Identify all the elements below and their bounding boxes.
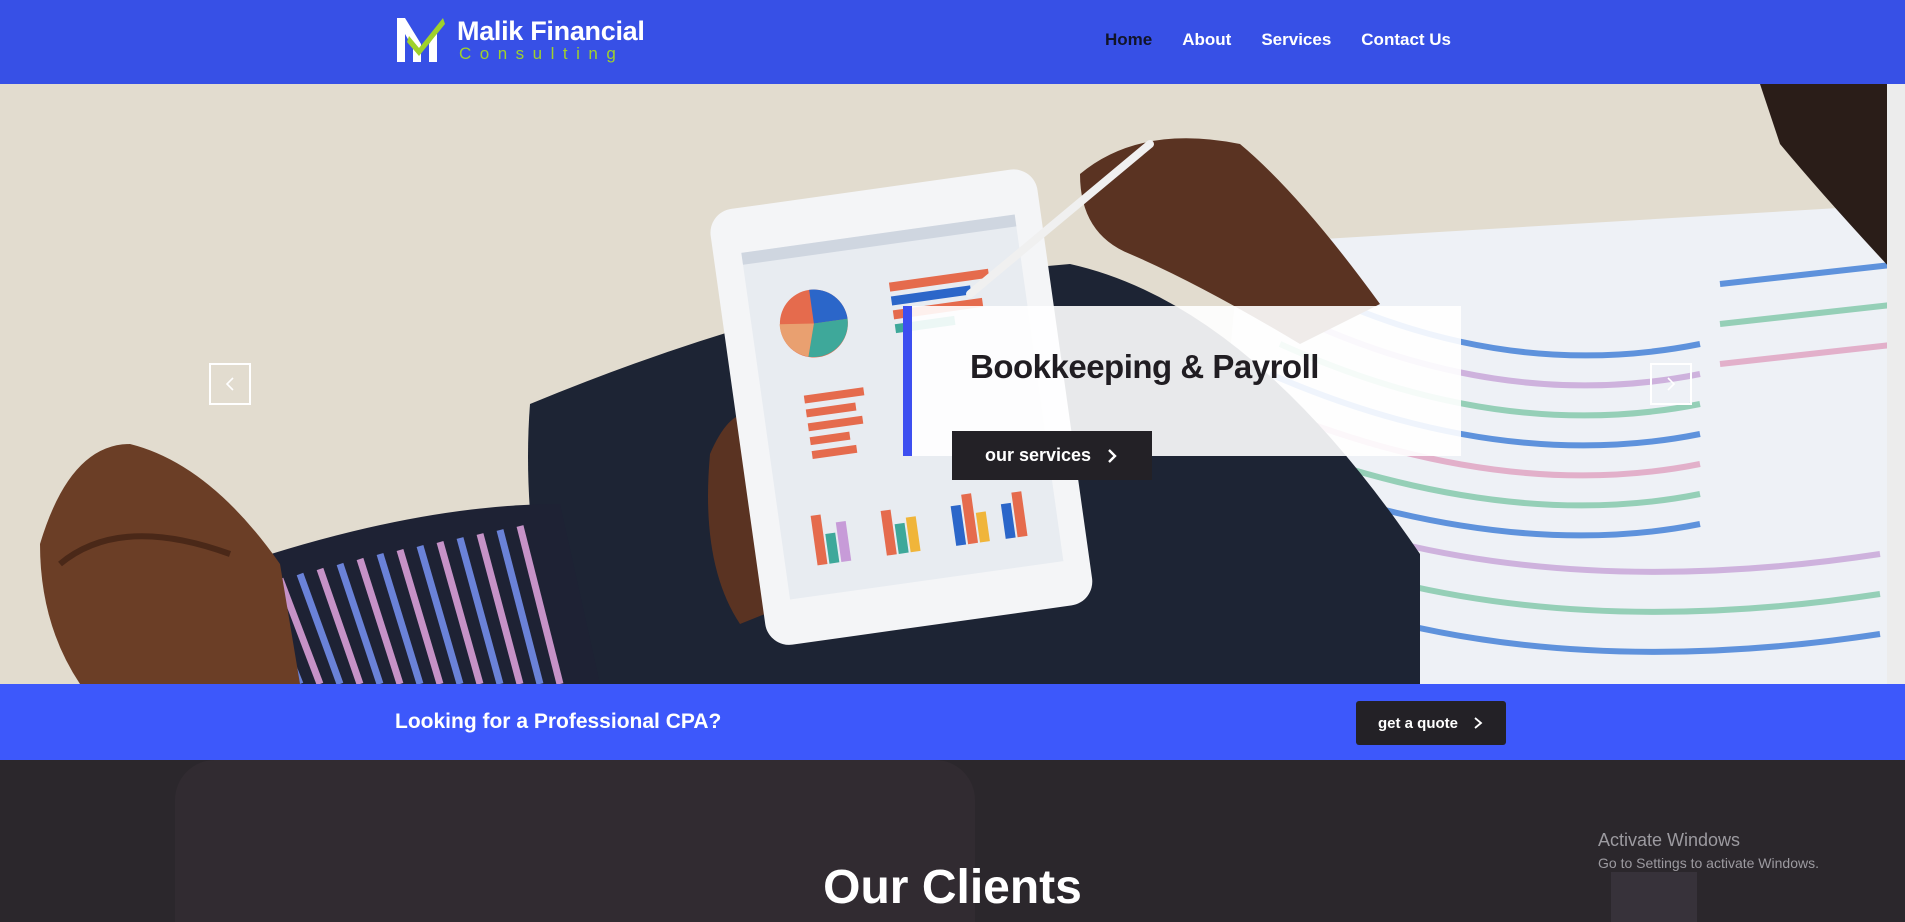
nav-contact-us[interactable]: Contact Us [1361,30,1451,50]
floating-widget [1611,872,1697,922]
clients-section: Our Clients Activate Windows Go to Setti… [0,760,1905,922]
our-services-label: our services [984,445,1092,465]
chevron-right-icon [1667,377,1676,391]
watermark-title: Activate Windows [1598,830,1741,850]
watermark-subtitle: Go to Settings to activate Windows. [1598,855,1819,871]
logo-mark-icon [395,14,447,66]
main-nav: Home About Services Contact Us [1105,30,1451,50]
nav-about[interactable]: About [1182,30,1231,50]
get-a-quote-button[interactable]: get a quote [1356,701,1506,745]
get-a-quote-label: get a quote [1377,714,1458,732]
scrollbar-track[interactable] [1887,84,1905,684]
hero-next-button[interactable] [1650,363,1692,405]
chevron-left-icon [225,377,234,391]
site-header: Malik Financial Consulting Home About Se… [0,0,1905,84]
site-logo[interactable]: Malik Financial Consulting [395,14,645,66]
hero-title: Bookkeeping & Payroll [970,348,1319,385]
nav-services[interactable]: Services [1261,30,1331,50]
hero-slider: Bookkeeping & Payroll [0,84,1905,684]
chevron-right-icon [1108,448,1117,463]
windows-activation-watermark: Activate Windows Go to Settings to activ… [1598,830,1819,871]
logo-tagline: Consulting [459,44,625,63]
chevron-right-icon [1474,717,1483,729]
nav-home[interactable]: Home [1105,30,1152,50]
logo-name: Malik Financial [457,16,645,46]
our-services-button[interactable]: our services [952,431,1152,480]
cta-text: Looking for a Professional CPA? [395,710,722,733]
hero-prev-button[interactable] [209,363,251,405]
cta-band: Looking for a Professional CPA? get a qu… [0,684,1905,760]
